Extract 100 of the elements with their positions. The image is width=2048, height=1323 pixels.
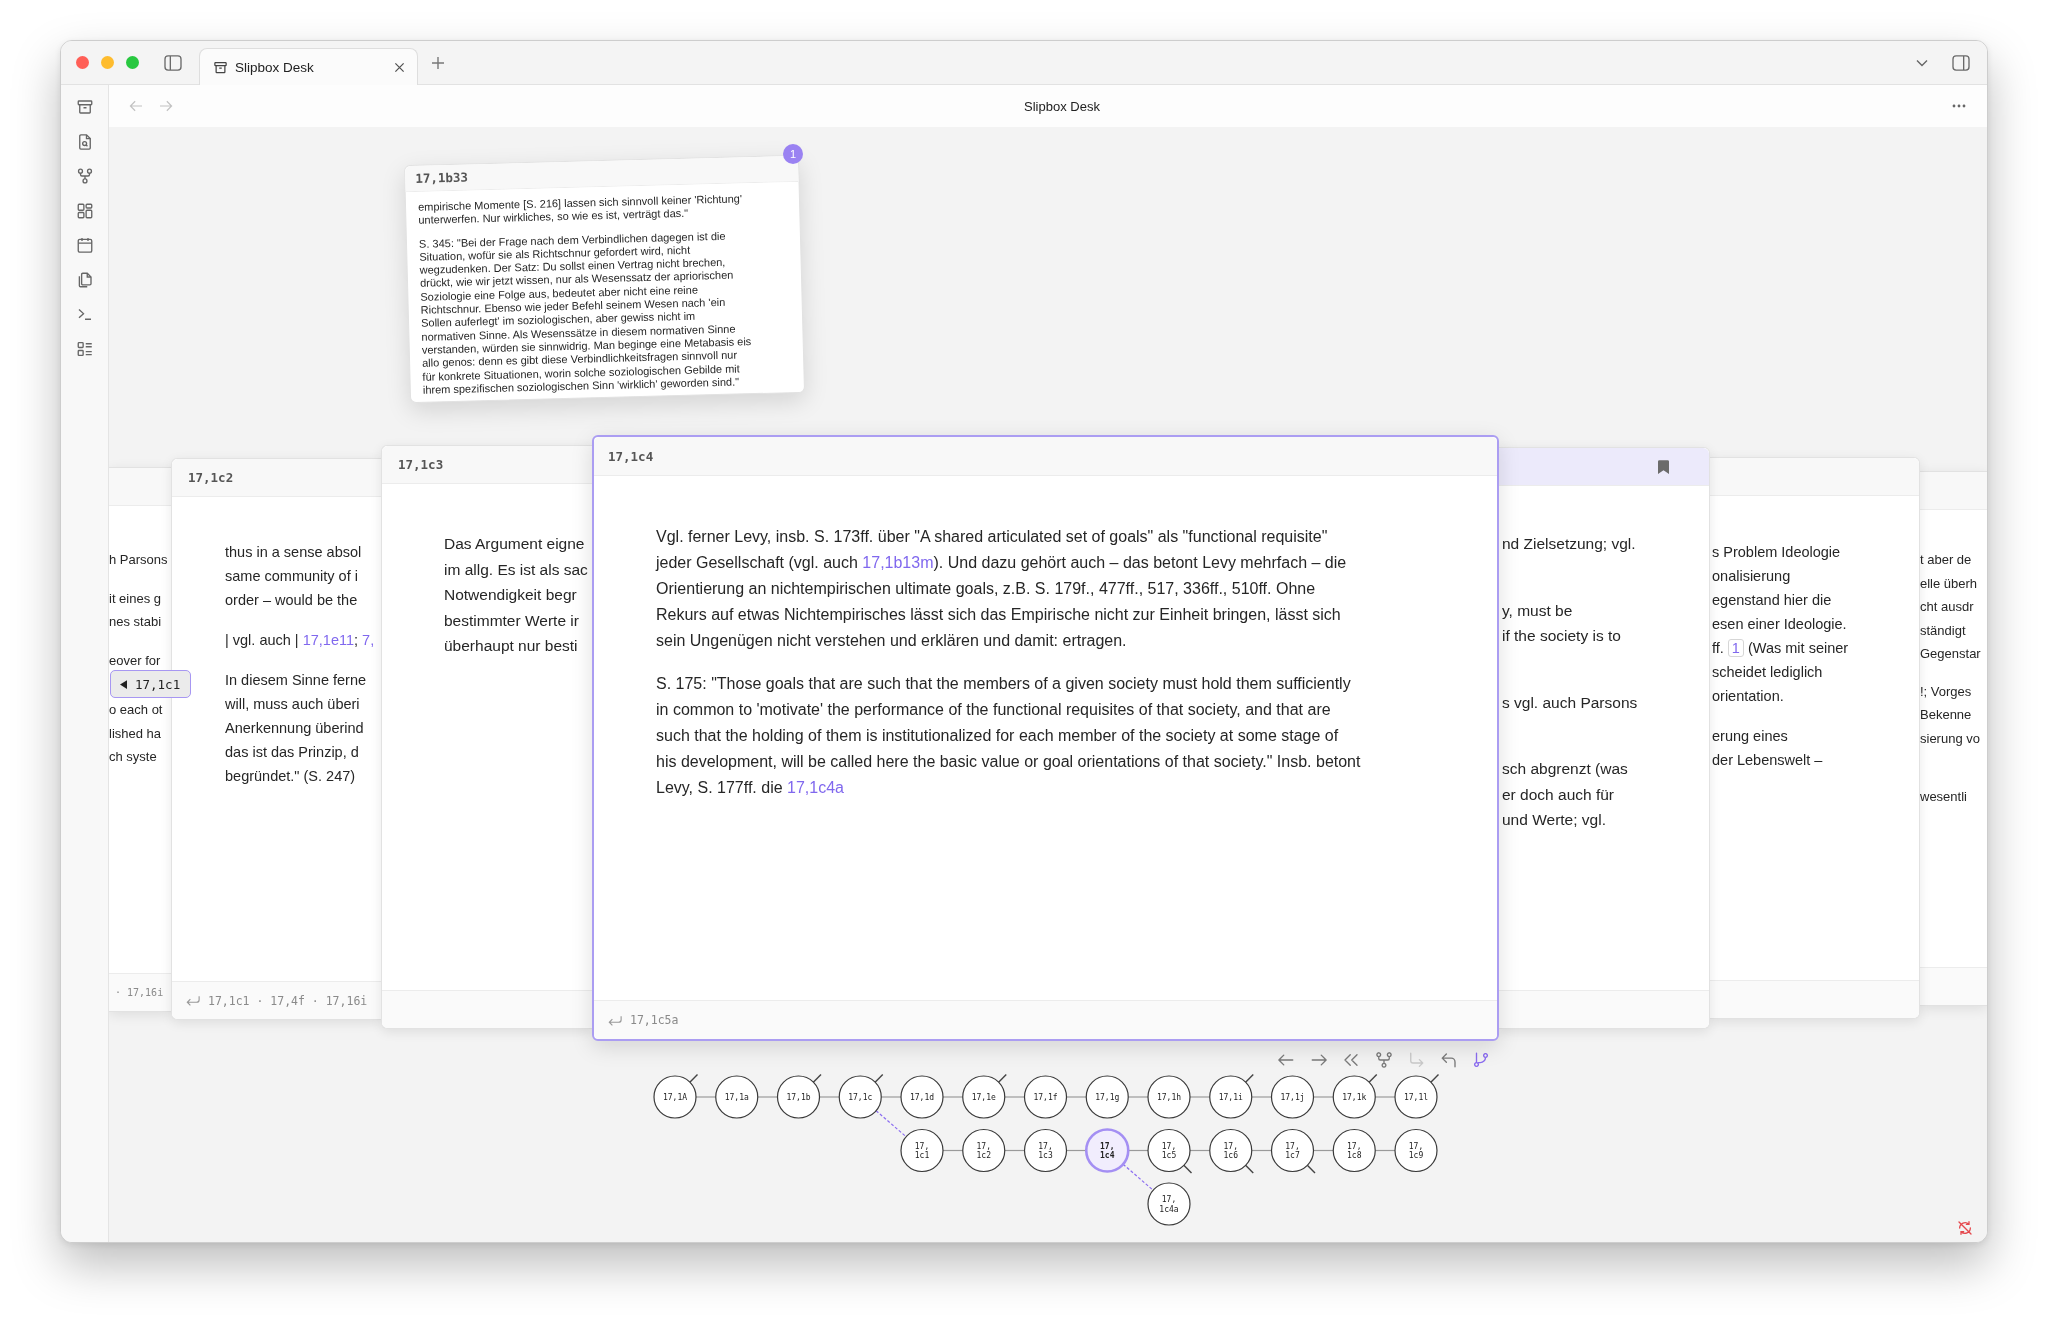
sidebar-toggle-icon[interactable] xyxy=(164,54,182,71)
connector-line xyxy=(757,1096,779,1098)
note-node[interactable]: 17, 1c4 xyxy=(1084,1128,1130,1173)
note-node[interactable]: 17,1k xyxy=(1332,1074,1378,1119)
note-link[interactable]: 17,1b13m xyxy=(862,554,934,571)
note-link[interactable]: 17,1e11 xyxy=(302,632,354,648)
new-tab-icon[interactable] xyxy=(431,55,445,70)
connector-line xyxy=(1251,1096,1273,1098)
connector-line xyxy=(1189,1149,1211,1152)
connector-line xyxy=(1312,1096,1334,1098)
connector-line xyxy=(1004,1149,1026,1152)
note-node[interactable]: 17, 1c1 xyxy=(900,1128,944,1173)
view-title: Slipbox Desk xyxy=(1024,98,1100,114)
backlink-tooltip[interactable]: 17,1c1 xyxy=(110,670,192,698)
arrow-right-icon[interactable] xyxy=(1309,1051,1328,1069)
note-node[interactable]: 17,1f xyxy=(1023,1075,1068,1119)
more-icon[interactable] xyxy=(1952,104,1966,108)
count-badge: 1 xyxy=(783,144,803,164)
connector-line xyxy=(1374,1096,1396,1098)
note-text: S. 345: "Bei der Frage nach dem Verbindlichen dagegen ist die Situation, wofür sie als Richtschnur gefordert wird, nicht wegzudenken. Der Satz: Du sollst einen Vertrag nicht brechen, drückt, wie wir jetzt wissen, nur als Wesenssatz der apriorischen Soziologie eine Folge aus, bedeutet aber nicht eine reine Richtschnur. Ebenso wie jeder Befehl seinem Wesen nach 'ein Sollen auferlegt' im soziologischen, aber gewiss nicht im normativen Sinne. Als Wesenssätze in diesem normativen Sinne verstanden, würden sie sinnwidrig. Man beginge eine Metabasis eis allo genos: denn es gibt diese Verbindlichkeitsfragen sinnvoll nur für konkrete Situationen, worin solche soziologischen Gebilde mit ihrem spezifischen soziologischen Sinn 'wirklich' geworden sind." xyxy=(418,228,753,397)
note-text: In diesem Sinne ferne will, muss auch überi Anerkennung überind das ist das Prinzip, d begründet." (S. 247) xyxy=(225,671,367,786)
note-node[interactable]: 17,1j xyxy=(1270,1075,1315,1119)
connector-line xyxy=(1065,1149,1087,1152)
note-node[interactable]: 17,1l xyxy=(1394,1074,1440,1119)
branch-connector xyxy=(1122,1163,1154,1191)
note-text: s vgl. auch Parsons xyxy=(1502,692,1638,713)
note-node[interactable]: 17,1A xyxy=(653,1074,699,1119)
note-id: 17,1c3 xyxy=(398,457,444,472)
return-arrow-icon xyxy=(608,1014,622,1026)
note-id: 17,1c4 xyxy=(608,448,654,464)
note-text: S. 175: "Those goals that are such that the members of a given society must hold them sufficiently in common to 'motivate' the performance of the functional requisites of that society, and that are such that the holding of them is institutionalized for each member of the society at some stage of his development, will be called here the basic value or goal orientations of that society." Insb. betont Levy, S. 177ff. die 17,1c4a xyxy=(656,674,1361,798)
connector-line xyxy=(1251,1149,1273,1152)
connector-line xyxy=(1065,1096,1087,1098)
chevron-down-icon[interactable] xyxy=(1916,58,1928,67)
tab[interactable]: Slipbox Desk xyxy=(199,48,418,85)
note-text: h Parsons xyxy=(109,551,168,569)
note-text: !; Vorges Bekenne sierung vo xyxy=(1920,682,1980,748)
note-card[interactable]: 17,1c3 Das Argument eigne im allg. Es ist als sac Notwendigkeit begr bestimmter Werte ir überhaupt nur besti xyxy=(381,445,592,1029)
note-text: y, must be if the society is to xyxy=(1502,600,1621,646)
dashboard-icon[interactable] xyxy=(75,201,94,220)
return-arrow-icon xyxy=(186,995,200,1006)
close-icon[interactable] xyxy=(394,61,405,73)
note-card[interactable]: t aber de elle überh cht ausdr ständigt Gegenstar !; Vorges Bekenne sierung vo wesentli xyxy=(1920,471,1987,1006)
note-node[interactable]: 17, 1c2 xyxy=(962,1128,1006,1173)
backlinks-text[interactable]: · 17,16i xyxy=(115,987,164,998)
note-node[interactable]: 17, 1c4a xyxy=(1147,1182,1191,1226)
note-node[interactable]: 17, 1c8 xyxy=(1332,1128,1376,1173)
graph-nodes-icon[interactable] xyxy=(75,167,94,185)
note-text: Das Argument eigne im allg. Es ist als sac Notwendigkeit begr bestimmter Werte ir überhaupt nur besti xyxy=(444,534,588,656)
note-card[interactable] xyxy=(592,435,1499,1041)
note-node[interactable]: 17,1i xyxy=(1209,1074,1254,1119)
note-id: 17,1c2 xyxy=(188,470,234,485)
footnote-link[interactable]: 1 xyxy=(1727,639,1744,657)
archive-box-icon xyxy=(213,59,228,75)
note-text: empirische Momente [S. 216] lassen sich sinnvoll keiner 'Richtung' unterwerfen. Nur wirkliches, so wie es ist, verträgt das." xyxy=(417,192,743,228)
note-link[interactable]: 7, xyxy=(362,632,375,648)
note-text: sch abgrenzt (was er doch auch für und Werte; vgl. xyxy=(1502,759,1628,830)
note-node[interactable]: 17,1c xyxy=(838,1074,884,1119)
note-node[interactable]: 17,1h xyxy=(1147,1075,1191,1119)
archive-box-icon[interactable] xyxy=(75,98,94,116)
note-node[interactable]: 17, 1c9 xyxy=(1394,1128,1438,1173)
triangle-left-icon xyxy=(120,679,127,689)
branch-icon[interactable] xyxy=(1472,1051,1490,1069)
right-sidebar-icon[interactable] xyxy=(1952,54,1970,71)
note-node[interactable]: 17,1a xyxy=(715,1075,759,1119)
note-node[interactable]: 17,1d xyxy=(900,1075,944,1119)
connector-line xyxy=(1004,1096,1026,1098)
note-text: nd Zielsetzung; vgl. xyxy=(1502,534,1636,554)
note-node[interactable]: 17,1b xyxy=(776,1074,822,1119)
branch-connector xyxy=(875,1110,907,1138)
note-link[interactable]: 17,1c4a xyxy=(787,779,844,796)
arrow-left-icon[interactable] xyxy=(1277,1051,1295,1069)
connector-line xyxy=(1312,1149,1334,1152)
connector-line xyxy=(942,1149,964,1152)
note-node[interactable]: 17, 1c6 xyxy=(1209,1128,1254,1174)
note-card[interactable]: nd Zielsetzung; vgl. y, must be if the society is to s vgl. auch Parsons sch abgrenzt (was er doch auch für und Werte; vgl. xyxy=(1499,447,1710,1029)
note-card[interactable]: s Problem Ideologie onalisierung egenstand hier die esen einer Ideologie. ff. 1 (Was mit seiner scheidet lediglich orientation. erung eines der Lebenswelt – xyxy=(1710,457,1920,1019)
hierarchy-icon[interactable] xyxy=(1374,1051,1393,1069)
bookmark-icon[interactable] xyxy=(1658,459,1669,474)
connector-line xyxy=(1189,1096,1211,1098)
double-chevron-left-icon[interactable] xyxy=(1342,1051,1360,1069)
note-node[interactable]: 17,1e xyxy=(962,1074,1007,1119)
undo-arrow-icon[interactable] xyxy=(1439,1051,1458,1069)
checklist-icon[interactable] xyxy=(75,339,94,358)
note-text: eover for xyxy=(109,651,161,670)
close-window-icon[interactable] xyxy=(76,56,89,69)
connector-line xyxy=(695,1096,717,1098)
note-node[interactable]: 17, 1c7 xyxy=(1270,1128,1316,1174)
note-node[interactable]: 17,1g xyxy=(1085,1075,1129,1119)
connector-line xyxy=(1127,1149,1149,1152)
connector-line xyxy=(1374,1149,1396,1152)
note-text: Vgl. ferner Levy, insb. S. 173ff. über "A shared articulated set of goals" als "functional requisite" jeder Gesellschaft (vgl. auch 17,1b13m). Und dazu gehört auch – das betont Levy mehrfach – die Orientierung an nichtempirischen ultimate goals, z.B. S. 179f., 477ff., 517, 336ff., 510ff. Ohne Rekurs auf etwas Nichtempirisches lässt sich das Empirische nicht zur Einheit bringen, lässt sich sein Ungenügen nicht verstehen und erklären und damit: ertragen. xyxy=(656,527,1347,651)
note-text: t aber de elle überh cht ausdr ständigt Gegenstar xyxy=(1920,551,1981,663)
connector-line xyxy=(1127,1096,1149,1098)
sync-off-icon[interactable] xyxy=(1957,1220,1973,1236)
note-node[interactable]: 17, 1c3 xyxy=(1023,1128,1068,1173)
note-text: wesentli xyxy=(1920,788,1967,806)
calendar-icon[interactable] xyxy=(75,236,94,254)
note-node[interactable]: 17, 1c5 xyxy=(1147,1128,1193,1174)
note-text: it eines g nes stabi xyxy=(109,589,162,631)
